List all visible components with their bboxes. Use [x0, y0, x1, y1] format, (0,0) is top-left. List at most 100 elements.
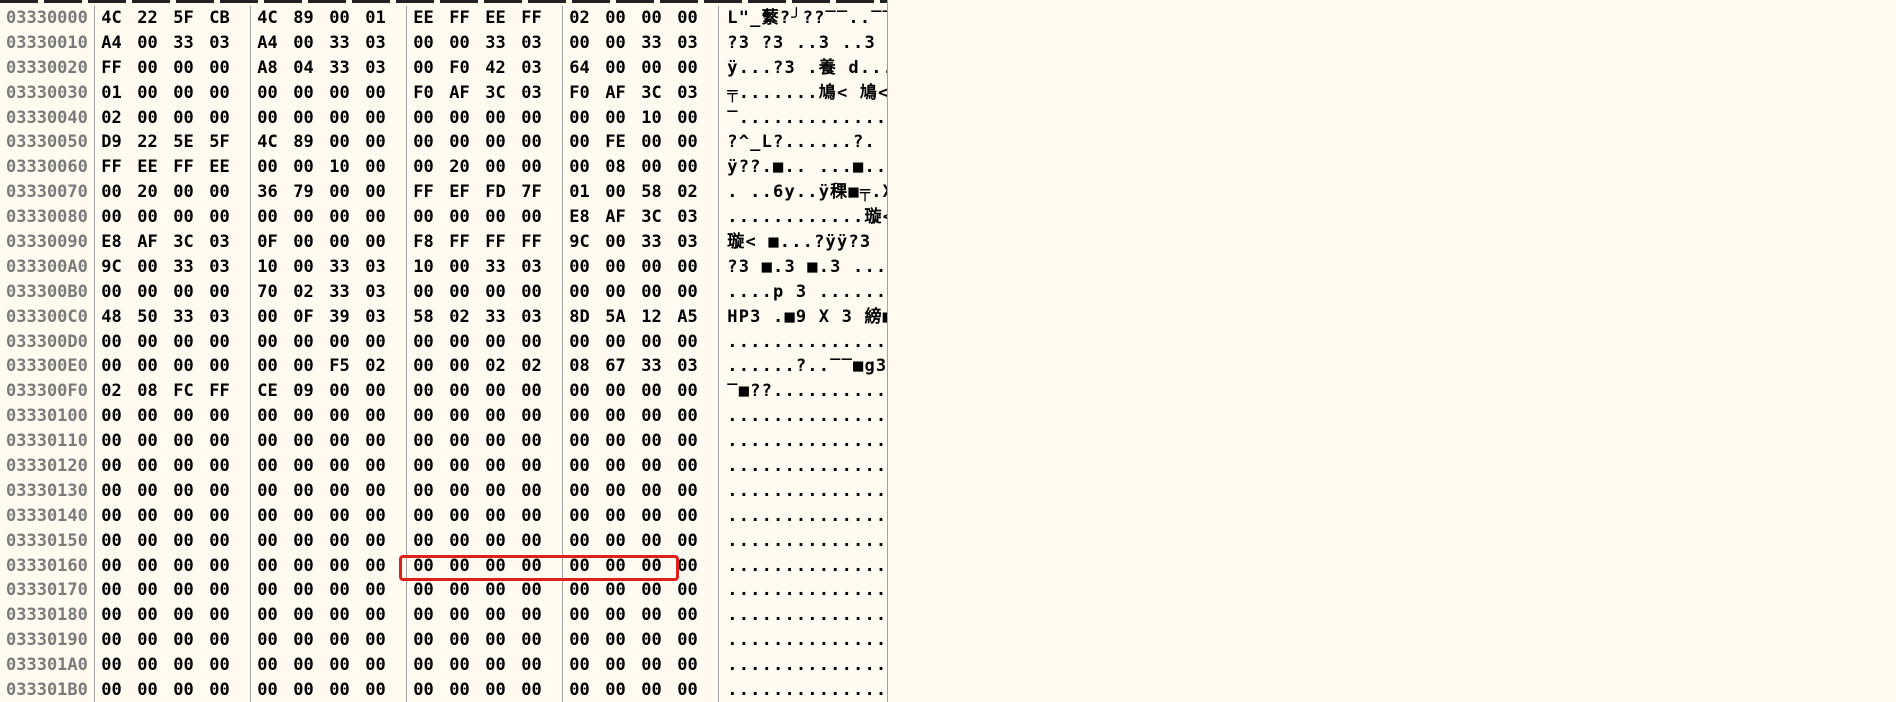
- hex-byte[interactable]: 00: [365, 529, 401, 554]
- hex-byte[interactable]: 00: [521, 106, 557, 131]
- hex-byte[interactable]: 00: [365, 454, 401, 479]
- hex-byte[interactable]: 00: [365, 404, 401, 429]
- hex-byte[interactable]: AF: [137, 230, 173, 255]
- hex-byte[interactable]: 00: [569, 130, 605, 155]
- hex-byte[interactable]: 02: [677, 180, 713, 205]
- hex-byte[interactable]: 00: [137, 56, 173, 81]
- hex-byte[interactable]: 00: [173, 554, 209, 579]
- hex-byte[interactable]: 00: [173, 454, 209, 479]
- hex-byte[interactable]: 33: [329, 56, 365, 81]
- hex-byte[interactable]: 00: [413, 479, 449, 504]
- hex-byte[interactable]: E8: [569, 205, 605, 230]
- hex-byte[interactable]: 36: [257, 180, 293, 205]
- hex-byte[interactable]: 00: [521, 454, 557, 479]
- hex-byte[interactable]: 00: [365, 330, 401, 355]
- hex-byte[interactable]: 00: [293, 454, 329, 479]
- hex-byte[interactable]: 00: [101, 554, 137, 579]
- hex-byte[interactable]: F0: [569, 81, 605, 106]
- hex-byte[interactable]: 00: [257, 603, 293, 628]
- ascii-cell[interactable]: ?3 ?3 ..3 ..3: [719, 31, 887, 56]
- hex-byte[interactable]: EE: [209, 155, 245, 180]
- hex-byte[interactable]: 00: [173, 529, 209, 554]
- hex-byte[interactable]: 00: [293, 429, 329, 454]
- hex-byte[interactable]: 00: [173, 56, 209, 81]
- hex-byte[interactable]: 09: [293, 379, 329, 404]
- hex-byte[interactable]: 00: [485, 155, 521, 180]
- hex-byte[interactable]: F8: [413, 230, 449, 255]
- ascii-cell[interactable]: ................: [719, 578, 887, 603]
- hex-byte[interactable]: 00: [293, 504, 329, 529]
- hex-byte[interactable]: 33: [173, 31, 209, 56]
- hex-byte[interactable]: 00: [569, 578, 605, 603]
- hex-byte[interactable]: 00: [521, 678, 557, 702]
- hex-byte[interactable]: AF: [449, 81, 485, 106]
- hex-byte[interactable]: 00: [413, 504, 449, 529]
- hex-byte[interactable]: 00: [641, 628, 677, 653]
- hex-byte[interactable]: AF: [605, 205, 641, 230]
- dump-row[interactable]: 03330080 00 00 00 00 00 00 00 00 00 00 00 00 E8 AF 3C 03…: [0, 205, 887, 231]
- hex-byte[interactable]: 00: [569, 155, 605, 180]
- hex-byte[interactable]: 00: [521, 653, 557, 678]
- hex-byte[interactable]: 00: [101, 504, 137, 529]
- hex-byte[interactable]: 00: [293, 404, 329, 429]
- hex-byte[interactable]: 00: [449, 354, 485, 379]
- hex-byte[interactable]: 00: [413, 454, 449, 479]
- hex-byte[interactable]: 00: [137, 429, 173, 454]
- hex-byte[interactable]: FC: [173, 379, 209, 404]
- ascii-cell[interactable]: ‾■??..........: [719, 379, 887, 404]
- hex-byte[interactable]: 00: [137, 603, 173, 628]
- hex-byte[interactable]: 03: [209, 305, 245, 330]
- hex-byte[interactable]: 33: [485, 31, 521, 56]
- hex-byte[interactable]: 10: [641, 106, 677, 131]
- hex-byte[interactable]: FF: [449, 6, 485, 31]
- hex-byte[interactable]: 00: [365, 155, 401, 180]
- hex-byte[interactable]: 33: [329, 255, 365, 280]
- hex-byte[interactable]: 10: [329, 155, 365, 180]
- hex-byte[interactable]: 00: [605, 180, 641, 205]
- hex-byte[interactable]: 00: [101, 653, 137, 678]
- hex-byte[interactable]: 00: [137, 678, 173, 702]
- hex-byte[interactable]: 00: [293, 205, 329, 230]
- hex-byte[interactable]: 00: [101, 280, 137, 305]
- hex-byte[interactable]: 00: [677, 6, 713, 31]
- hex-byte[interactable]: 00: [365, 653, 401, 678]
- hex-byte[interactable]: 00: [209, 653, 245, 678]
- hex-byte[interactable]: EE: [485, 6, 521, 31]
- hex-byte[interactable]: 39: [329, 305, 365, 330]
- hex-byte[interactable]: 00: [413, 678, 449, 702]
- hex-byte[interactable]: 00: [365, 678, 401, 702]
- hex-byte[interactable]: 03: [677, 354, 713, 379]
- ascii-cell[interactable]: ?3 ■.3 ■.3 ....: [719, 255, 887, 280]
- hex-byte[interactable]: 00: [293, 31, 329, 56]
- hex-byte[interactable]: 00: [209, 454, 245, 479]
- ascii-cell[interactable]: ╤.......鳩< 鳩<: [719, 81, 887, 106]
- hex-byte[interactable]: 00: [677, 404, 713, 429]
- hex-byte[interactable]: 00: [329, 504, 365, 529]
- hex-byte[interactable]: 03: [209, 230, 245, 255]
- ascii-cell[interactable]: ................: [719, 429, 887, 454]
- hex-byte[interactable]: 22: [137, 6, 173, 31]
- hex-byte[interactable]: 00: [173, 81, 209, 106]
- hex-byte[interactable]: 00: [329, 81, 365, 106]
- hex-byte[interactable]: 00: [605, 379, 641, 404]
- hex-byte[interactable]: 4C: [257, 130, 293, 155]
- hex-byte[interactable]: 00: [569, 628, 605, 653]
- hex-byte[interactable]: 00: [173, 404, 209, 429]
- hex-byte[interactable]: 00: [485, 205, 521, 230]
- hex-byte[interactable]: 00: [137, 404, 173, 429]
- hex-byte[interactable]: 00: [413, 106, 449, 131]
- ascii-cell[interactable]: ÿ??.■.. ...■..: [719, 155, 887, 180]
- hex-byte[interactable]: 3C: [173, 230, 209, 255]
- hex-byte[interactable]: 00: [449, 628, 485, 653]
- hex-byte[interactable]: 00: [329, 529, 365, 554]
- hex-byte[interactable]: 00: [485, 454, 521, 479]
- hex-byte[interactable]: 00: [413, 603, 449, 628]
- hex-byte[interactable]: 12: [641, 305, 677, 330]
- hex-byte[interactable]: 00: [569, 404, 605, 429]
- hex-byte[interactable]: 00: [641, 653, 677, 678]
- hex-byte[interactable]: 00: [209, 205, 245, 230]
- hex-byte[interactable]: 00: [485, 529, 521, 554]
- hex-byte[interactable]: 00: [605, 504, 641, 529]
- hex-byte[interactable]: 00: [293, 330, 329, 355]
- hex-byte[interactable]: 00: [641, 678, 677, 702]
